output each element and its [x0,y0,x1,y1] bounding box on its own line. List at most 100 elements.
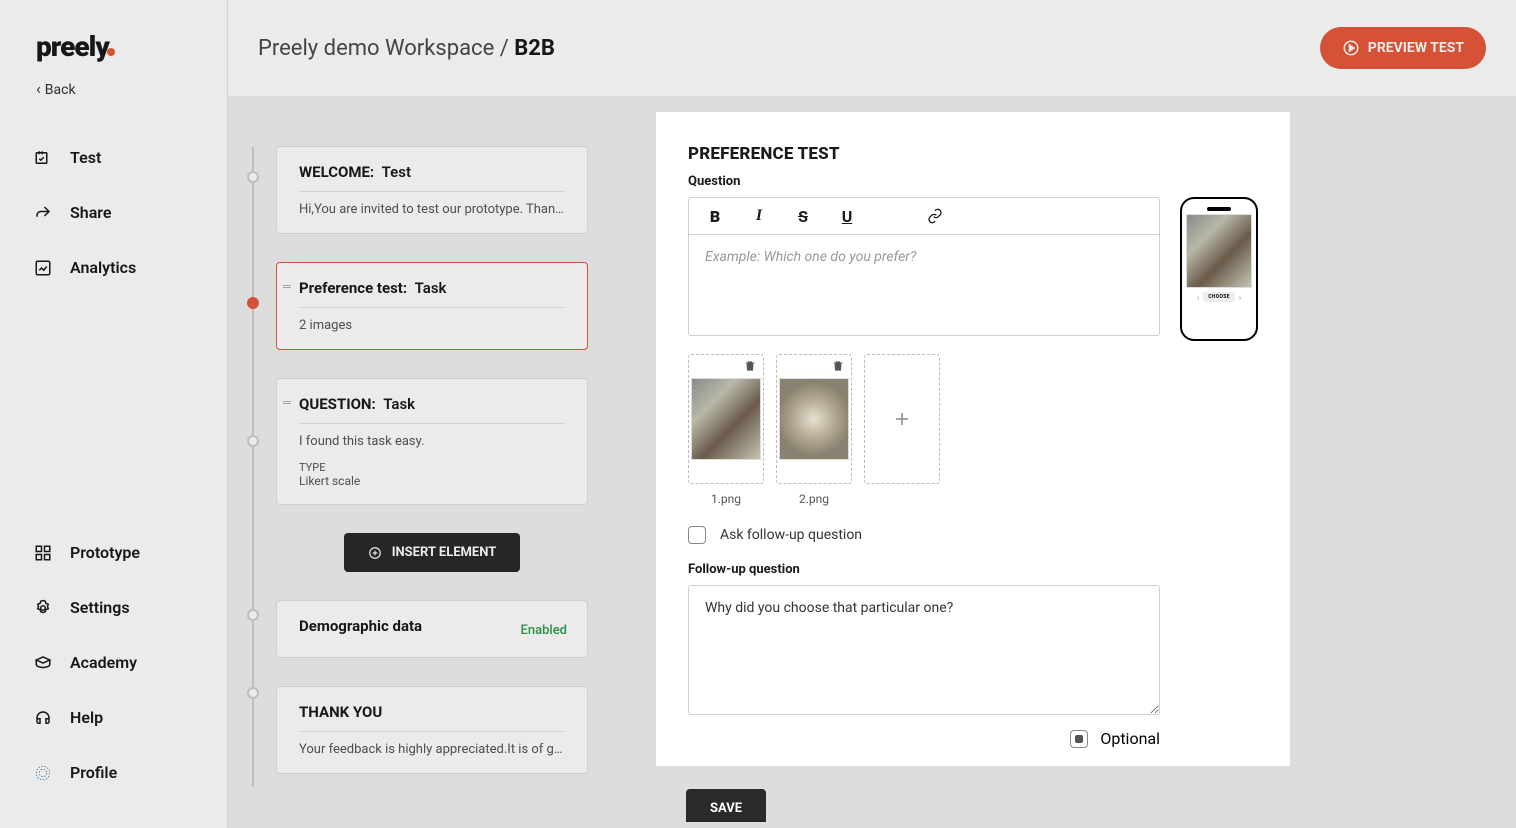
card-title-prefix: WELCOME: [299,163,374,181]
nav-item-prototype[interactable]: Prototype [0,525,227,580]
drag-handle-icon[interactable]: ═ [283,397,291,408]
nav-item-label: Settings [70,598,130,617]
cards-column: WELCOME: Test Hi,You are invited to test… [276,146,588,802]
question-input[interactable]: Example: Which one do you prefer? [689,235,1159,335]
timeline-dot [247,687,259,699]
chevron-left-icon: ‹ [1197,293,1199,302]
images-row [688,354,1160,484]
nav-item-label: Help [70,708,103,727]
sidebar: preely Back Test Share Analytics Prototy… [0,0,228,828]
save-button[interactable]: SAVE [686,789,766,822]
timeline [252,147,254,787]
question-label: Question [688,174,1258,189]
insert-element-label: INSERT ELEMENT [392,545,497,560]
strikethrough-icon[interactable]: S [793,206,813,226]
share-icon [34,204,52,222]
nav-item-label: Share [70,203,112,222]
device-screen-image [1186,214,1252,288]
analytics-icon [34,259,52,277]
image-filename: 2.png [776,492,852,506]
logo: preely [0,20,227,67]
image-slot-1[interactable] [688,354,764,484]
card-title: THANK YOU [299,703,565,721]
test-icon [34,149,52,167]
nav-item-label: Test [70,148,101,167]
underline-icon[interactable]: U [837,206,857,226]
plus-icon [893,410,911,428]
profile-icon [34,764,52,782]
timeline-dot [247,609,259,621]
card-title: Task [383,395,415,413]
nav-item-label: Profile [70,763,117,782]
nav-item-label: Academy [70,653,137,672]
insert-element-button[interactable]: INSERT ELEMENT [344,533,521,572]
nav-item-label: Prototype [70,543,140,562]
editor-toolbar: B I S U [689,198,1159,235]
nav-item-settings[interactable]: Settings [0,580,227,635]
optional-checkbox[interactable] [1070,730,1088,748]
nav-item-help[interactable]: Help [0,690,227,745]
bold-icon[interactable]: B [705,206,725,226]
nav-item-analytics[interactable]: Analytics [0,240,227,295]
device-notch [1207,207,1231,211]
ask-followup-row: Ask follow-up question [688,526,1160,544]
help-icon [34,709,52,727]
italic-icon[interactable]: I [749,206,769,226]
card-body: Hi,You are invited to test our prototype… [299,202,565,217]
followup-input[interactable]: Why did you choose that particular one? [688,585,1160,715]
card-body: I found this task easy. [299,434,565,449]
nav-item-profile[interactable]: Profile [0,745,227,800]
link-icon[interactable] [925,206,945,226]
add-image-button[interactable] [864,354,940,484]
card-thank-you[interactable]: THANK YOU Your feedback is highly apprec… [276,686,588,774]
card-body: 2 images [299,318,565,333]
ask-followup-label: Ask follow-up question [720,527,862,543]
device-preview: ‹ CHOOSE › [1180,197,1258,341]
prototype-icon [34,544,52,562]
chevron-right-icon: › [1239,293,1241,302]
card-question[interactable]: ═ QUESTION: Task I found this task easy.… [276,378,588,505]
card-title-prefix: QUESTION: [299,395,376,413]
nav-secondary: Prototype Settings Academy Help Profile [0,517,227,808]
academy-icon [34,654,52,672]
device-choose-button: CHOOSE [1203,292,1234,302]
nav-item-share[interactable]: Share [0,185,227,240]
card-title: Task [415,279,447,297]
breadcrumb-project: B2B [514,36,555,61]
optional-row: Optional [688,729,1160,766]
nav-item-label: Analytics [70,258,136,277]
followup-label: Follow-up question [688,562,1160,577]
card-welcome[interactable]: WELCOME: Test Hi,You are invited to test… [276,146,588,234]
card-demographic[interactable]: Demographic data Enabled [276,600,588,658]
nav-primary: Test Share Analytics [0,122,227,303]
nav-item-academy[interactable]: Academy [0,635,227,690]
card-title: Test [382,163,411,181]
nav-item-test[interactable]: Test [0,130,227,185]
preference-test-panel: PREFERENCE TEST Question B I S U Example… [656,112,1290,766]
settings-icon [34,599,52,617]
timeline-dot-active [247,297,259,309]
play-icon [1342,39,1360,57]
card-meta-label: TYPE [299,461,565,474]
plus-circle-icon [368,546,382,560]
topbar: Preely demo Workspace / B2B PREVIEW TEST [228,0,1516,96]
ask-followup-checkbox[interactable] [688,526,706,544]
breadcrumb-workspace[interactable]: Preely demo Workspace [258,36,494,61]
card-preference-test[interactable]: ═ Preference test: Task 2 images [276,262,588,350]
card-body: Your feedback is highly appreciated.It i… [299,742,565,757]
drag-handle-icon[interactable]: ═ [283,281,291,292]
preview-test-button[interactable]: PREVIEW TEST [1320,27,1486,69]
enabled-badge: Enabled [521,623,568,638]
question-editor: B I S U Example: Which one do you prefer… [688,197,1160,336]
trash-icon[interactable] [743,359,757,373]
timeline-dot [247,171,259,183]
back-link[interactable]: Back [0,67,227,122]
optional-label: Optional [1100,729,1160,748]
image-filename: 1.png [688,492,764,506]
breadcrumb: Preely demo Workspace / B2B [258,36,555,61]
image-filenames: 1.png 2.png [688,492,1160,506]
preview-test-label: PREVIEW TEST [1368,40,1464,56]
timeline-dot [247,435,259,447]
trash-icon[interactable] [831,359,845,373]
image-slot-2[interactable] [776,354,852,484]
